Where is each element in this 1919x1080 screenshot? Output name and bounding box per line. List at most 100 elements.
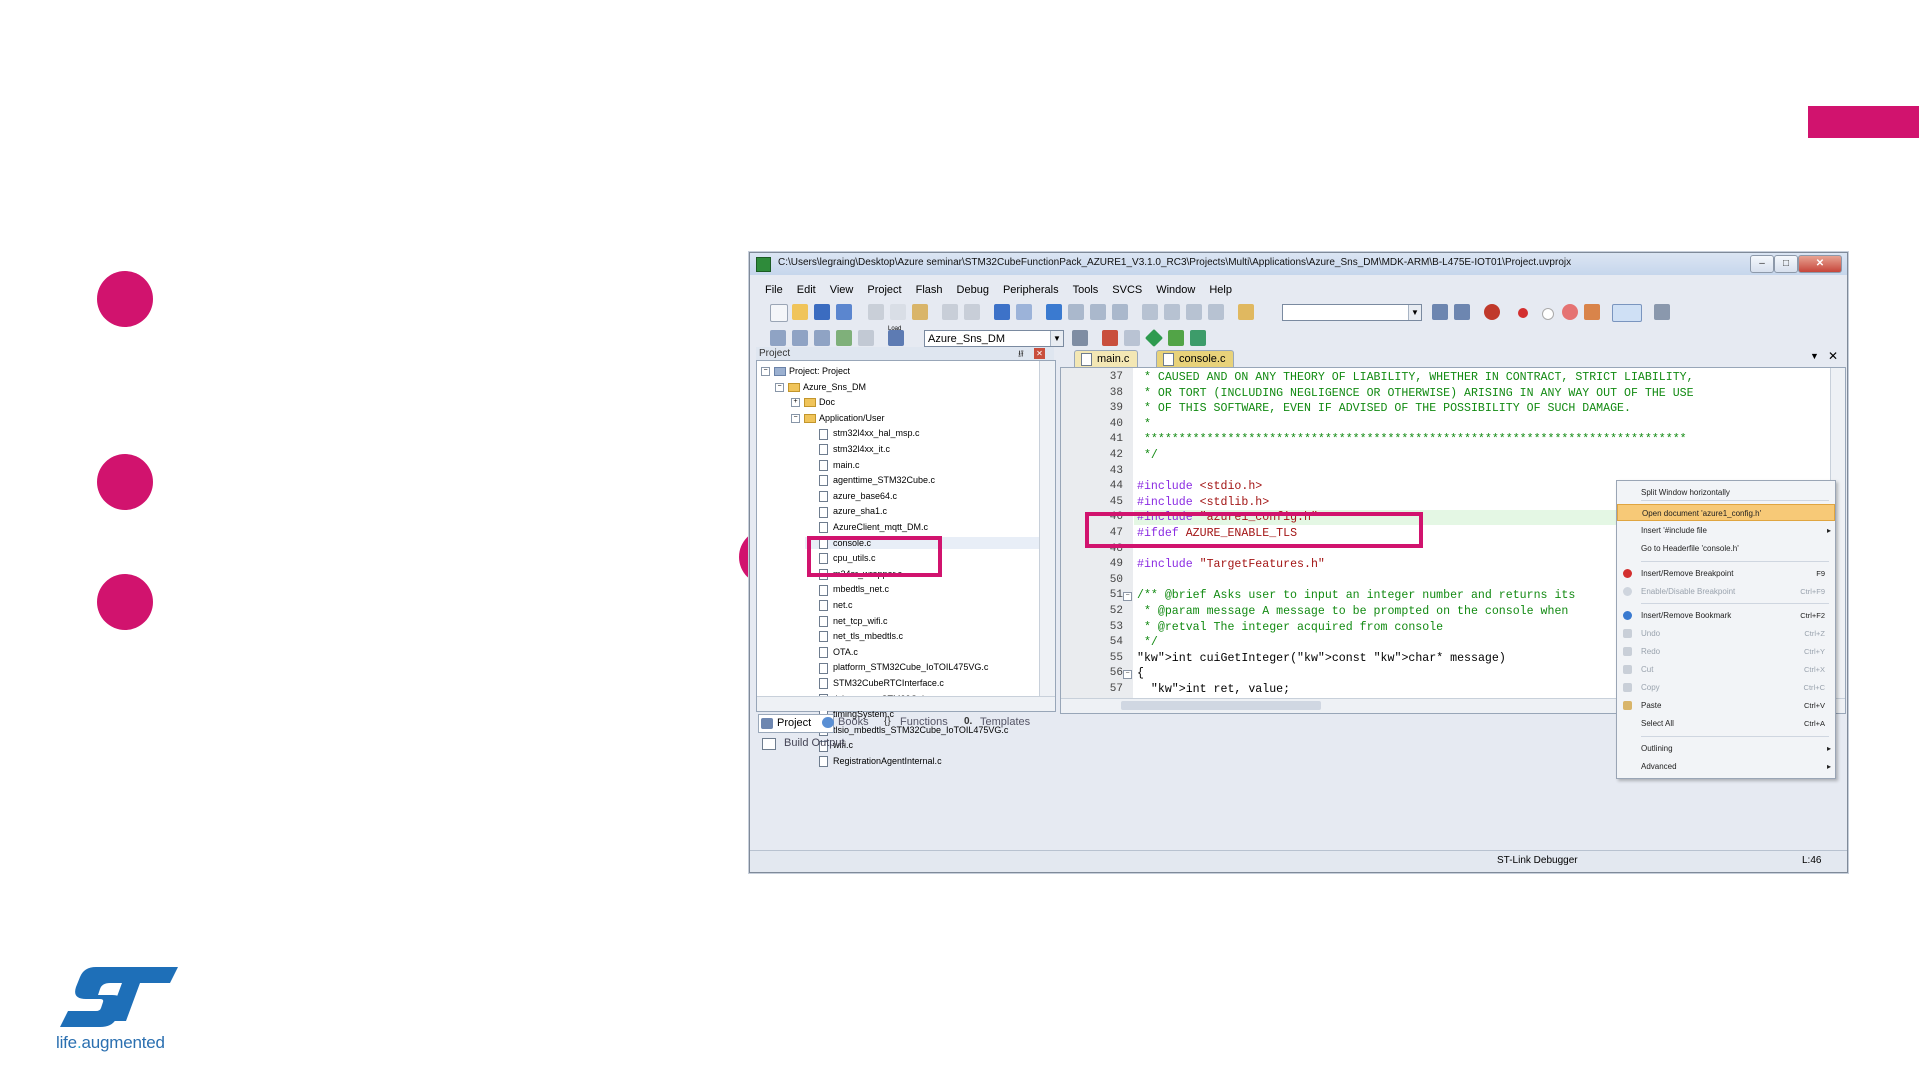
close-tab-icon[interactable]: ✕ (1828, 349, 1838, 363)
disabled-breakpoint-icon[interactable] (1542, 308, 1554, 320)
rebuild-icon[interactable] (814, 330, 830, 346)
find-icon[interactable] (1432, 304, 1448, 320)
tab-templates[interactable]: 0. Templates (962, 714, 1030, 731)
menu-tools[interactable]: Tools (1066, 281, 1106, 299)
menu-item-redo[interactable]: Redo Ctrl+Y (1617, 643, 1835, 660)
tree-file[interactable]: OTA.c (819, 646, 858, 658)
tree-file[interactable]: platform_STM32Cube_IoTOIL475VG.c (819, 661, 988, 674)
pack-installer-icon[interactable] (1168, 330, 1184, 346)
menu-item-undo[interactable]: Undo Ctrl+Z (1617, 625, 1835, 642)
build-icon[interactable] (792, 330, 808, 346)
menu-item-paste[interactable]: Paste Ctrl+V (1617, 697, 1835, 714)
menu-item-select-all[interactable]: Select All Ctrl+A (1617, 715, 1835, 732)
menu-item-go-to-header[interactable]: Go to Headerfile 'console.h' (1617, 540, 1835, 557)
menu-item-open-document[interactable]: Open document 'azure1_config.h' (1617, 504, 1835, 521)
menu-help[interactable]: Help (1202, 281, 1239, 299)
menu-item-cut[interactable]: Cut Ctrl+X (1617, 661, 1835, 678)
translate-icon[interactable] (770, 330, 786, 346)
fold-icon[interactable]: − (1123, 592, 1132, 602)
tab-list-icon[interactable]: ▼ (1810, 351, 1819, 361)
options-for-target-icon[interactable] (1072, 330, 1088, 346)
tab-books[interactable]: Books (820, 714, 869, 731)
manage-rte-icon[interactable] (1144, 328, 1164, 348)
tree-file[interactable]: stm32l4xx_it.c (819, 443, 890, 456)
tree-node[interactable]: − Azure_Sns_DM (775, 381, 866, 393)
tab-main-c[interactable]: main.c (1074, 350, 1139, 367)
find-combo[interactable]: ▼ (1282, 304, 1422, 321)
expand-icon[interactable]: + (791, 398, 800, 408)
undo-icon[interactable] (942, 304, 958, 320)
menu-item-toggle-bookmark[interactable]: Insert/Remove Bookmark Ctrl+F2 (1617, 607, 1835, 624)
menu-flash[interactable]: Flash (909, 281, 950, 299)
copy-icon[interactable] (890, 304, 906, 320)
minimize-button[interactable]: – (1750, 255, 1774, 273)
menu-item-split-window[interactable]: Split Window horizontally (1617, 484, 1835, 501)
menu-item-insert-include[interactable]: Insert '#include file ▸ (1617, 522, 1835, 539)
menu-view[interactable]: View (823, 281, 861, 299)
menu-project[interactable]: Project (860, 281, 908, 299)
device-icon[interactable] (1190, 330, 1206, 346)
save-all-icon[interactable] (836, 304, 852, 320)
navigate-forward-icon[interactable] (1016, 304, 1032, 320)
menu-item-copy[interactable]: Copy Ctrl+C (1617, 679, 1835, 696)
collapse-icon[interactable]: − (791, 413, 800, 423)
project-vscroll[interactable] (1039, 361, 1055, 711)
collapse-icon[interactable]: − (775, 382, 784, 392)
tree-file[interactable]: RegistrationAgentInternal.c (819, 755, 942, 768)
tree-node[interactable]: + Doc (791, 396, 835, 408)
build-output-tab[interactable]: Build Output (756, 734, 1842, 754)
window-layout-icon[interactable] (1612, 304, 1642, 322)
tree-node[interactable]: − Application/User (791, 412, 885, 424)
collapse-icon[interactable]: − (761, 367, 770, 377)
menu-svcs[interactable]: SVCS (1105, 281, 1149, 299)
clear-bookmarks-icon[interactable] (1112, 304, 1128, 320)
tree-file[interactable]: mbedtls_net.c (819, 583, 889, 596)
load-icon[interactable]: Load (888, 326, 904, 346)
select-packs-icon[interactable] (1124, 330, 1140, 346)
target-combo[interactable]: Azure_Sns_DM ▼ (924, 330, 1064, 347)
close-button[interactable]: ✕ (1798, 255, 1842, 273)
navigate-back-icon[interactable] (994, 304, 1010, 320)
tab-functions[interactable]: {} Functions (882, 714, 948, 731)
menu-edit[interactable]: Edit (790, 281, 823, 299)
breakpoint-icon[interactable] (1518, 308, 1528, 318)
menu-peripherals[interactable]: Peripherals (996, 281, 1066, 299)
menu-file[interactable]: File (750, 281, 790, 299)
paste-icon[interactable] (912, 304, 928, 320)
comment-icon[interactable] (1186, 304, 1202, 320)
unindent-icon[interactable] (1164, 304, 1180, 320)
fold-icon[interactable]: − (1123, 670, 1132, 680)
manage-project-icon[interactable] (1102, 330, 1118, 346)
redo-icon[interactable] (964, 304, 980, 320)
next-bookmark-icon[interactable] (1090, 304, 1106, 320)
tree-file[interactable]: net_tls_mbedtls.c (819, 630, 903, 643)
indent-icon[interactable] (1142, 304, 1158, 320)
menu-window[interactable]: Window (1149, 281, 1202, 299)
menu-item-advanced[interactable]: Advanced ▸ (1617, 758, 1835, 775)
incremental-find-icon[interactable] (1454, 304, 1470, 320)
disable-all-breakpoints-icon[interactable] (1562, 304, 1578, 320)
configure-icon[interactable] (1654, 304, 1670, 320)
tree-file[interactable]: stm32l4xx_hal_msp.c (819, 427, 920, 440)
bookmark-icon[interactable] (1046, 304, 1062, 320)
find-in-files-icon[interactable] (1238, 304, 1254, 320)
prev-bookmark-icon[interactable] (1068, 304, 1084, 320)
menu-item-toggle-breakpoint[interactable]: Insert/Remove Breakpoint F9 (1617, 565, 1835, 582)
close-pane-icon[interactable]: ✕ (1034, 348, 1045, 359)
uncomment-icon[interactable] (1208, 304, 1224, 320)
tab-console-c[interactable]: console.c (1156, 350, 1235, 367)
cut-icon[interactable] (868, 304, 884, 320)
tree-file[interactable]: main.c (819, 459, 860, 471)
stop-build-icon[interactable] (858, 330, 874, 346)
tree-file[interactable]: azure_sha1.c (819, 505, 887, 518)
new-file-icon[interactable] (770, 304, 788, 322)
tree-file[interactable]: AzureClient_mqtt_DM.c (819, 521, 928, 534)
tree-file[interactable]: net.c (819, 599, 853, 612)
hscroll-thumb[interactable] (1121, 701, 1321, 710)
project-hscroll[interactable] (757, 696, 1055, 711)
debug-session-icon[interactable] (1484, 304, 1500, 320)
kill-breakpoints-icon[interactable] (1584, 304, 1600, 320)
open-file-icon[interactable] (792, 304, 808, 320)
tree-file[interactable]: net_tcp_wifi.c (819, 615, 888, 627)
save-icon[interactable] (814, 304, 830, 320)
